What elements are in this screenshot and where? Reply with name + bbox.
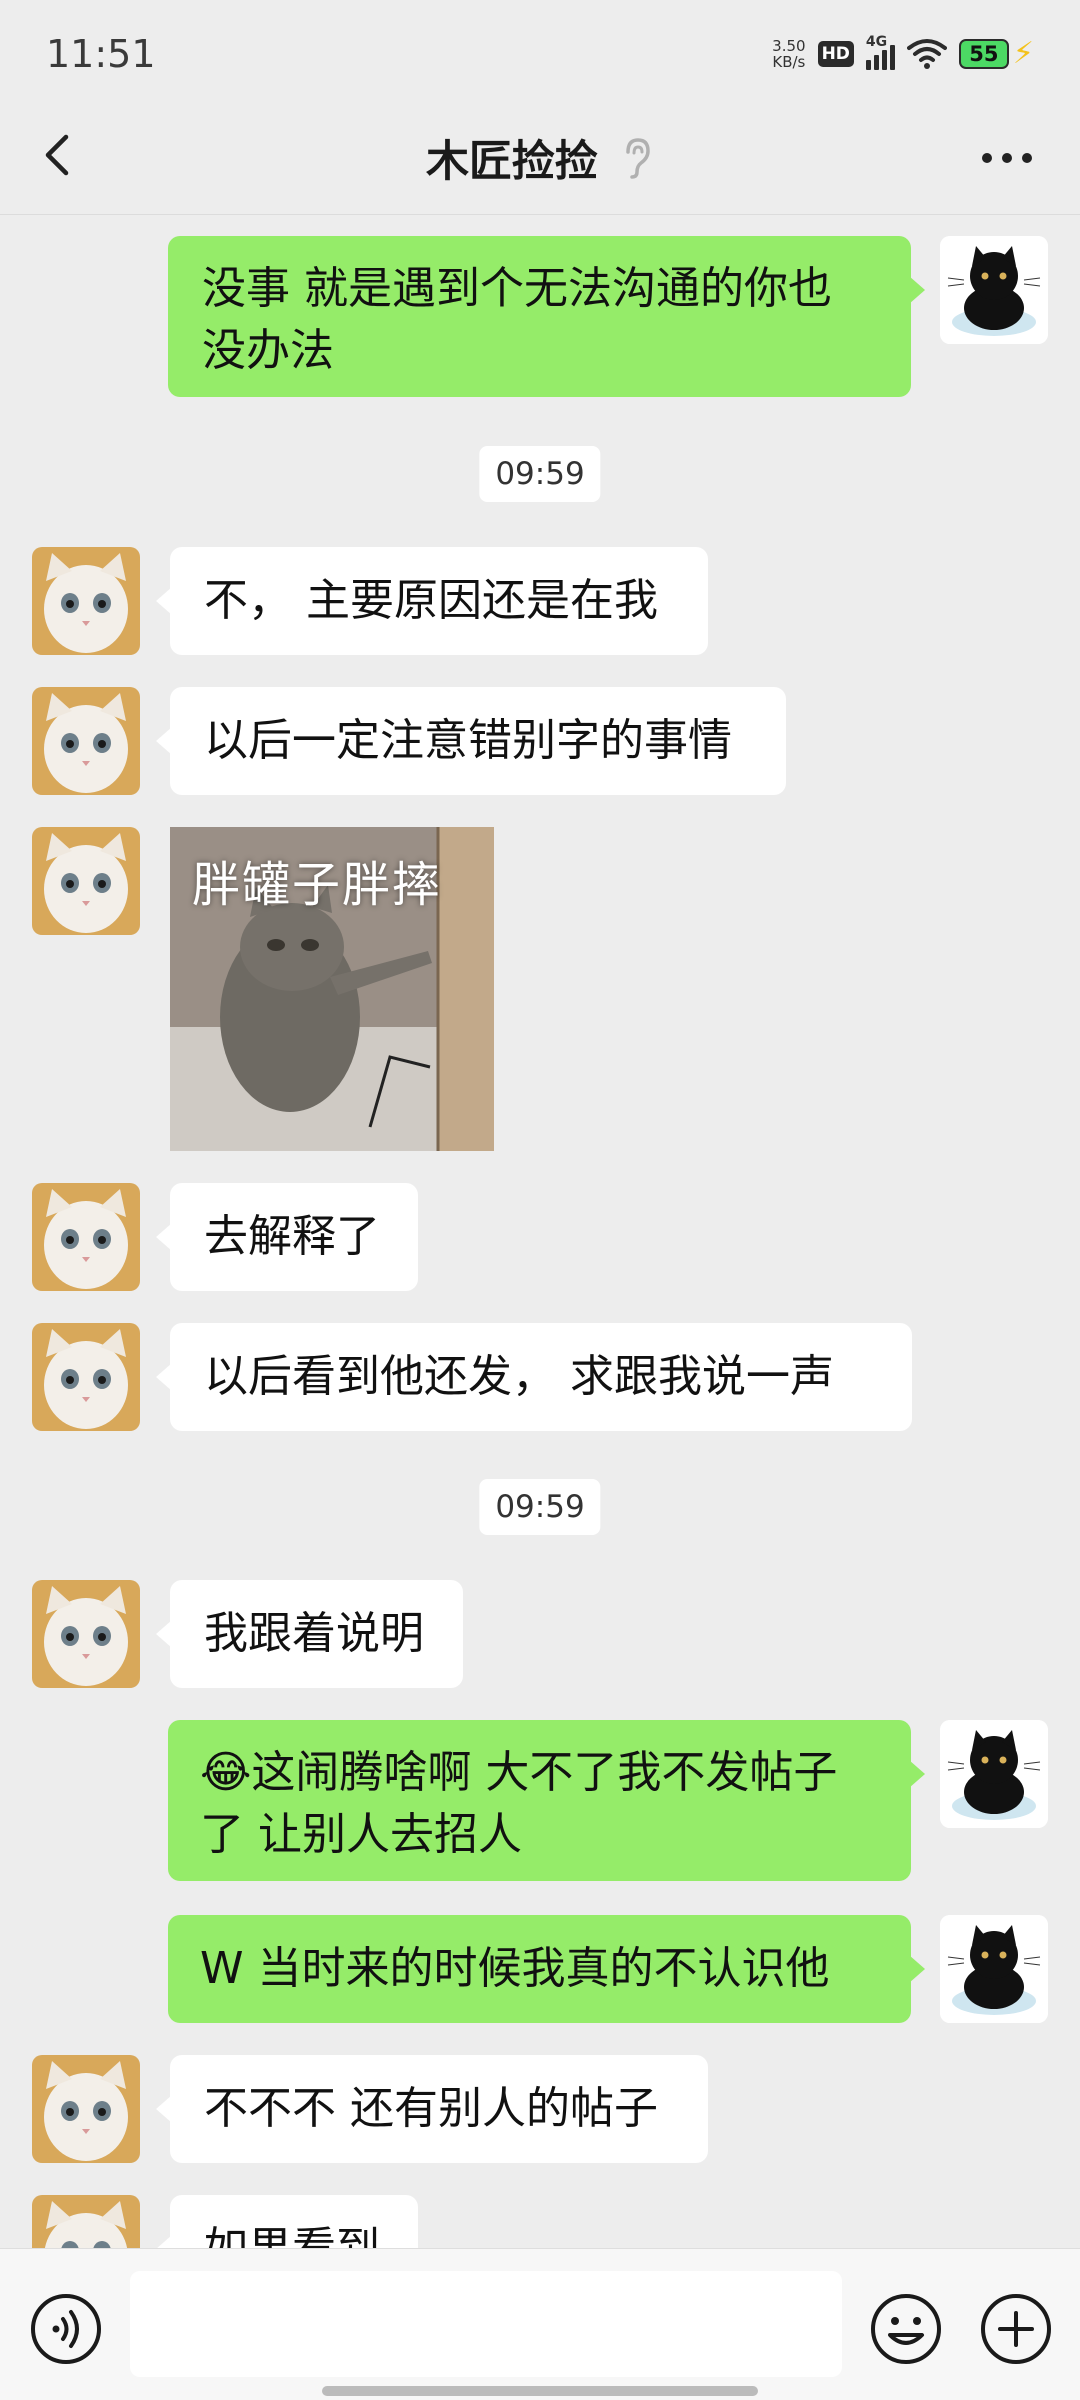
voice-icon [31, 2294, 101, 2364]
white-cat-avatar-icon [32, 547, 140, 655]
contact-avatar[interactable] [32, 827, 140, 935]
sticker-image[interactable]: 胖罐子胖摔 [170, 827, 494, 1151]
contact-avatar[interactable] [32, 687, 140, 795]
contact-avatar[interactable] [32, 1323, 140, 1431]
network-speed: 3.50 KB/s [772, 38, 805, 70]
network-speed-value: 3.50 [772, 37, 806, 55]
voice-button[interactable] [28, 2291, 104, 2367]
status-time: 11:51 [46, 32, 156, 76]
message-bubble-received[interactable]: 不， 主要原因还是在我 [156, 547, 708, 655]
emoji-button[interactable] [868, 2291, 944, 2367]
chat-header: 木匠捡捡 [0, 100, 1080, 215]
charging-icon: ⚡ [1012, 36, 1034, 71]
earpiece-icon [626, 137, 650, 179]
title-group: 木匠捡捡 [0, 100, 1080, 215]
wifi-icon [906, 39, 947, 69]
battery-level: 55 [958, 39, 1009, 69]
white-cat-avatar-icon [32, 827, 140, 935]
home-indicator[interactable] [322, 2386, 758, 2396]
sticker-caption: 胖罐子胖摔 [192, 857, 443, 913]
battery-icon: 55 ⚡ [958, 36, 1034, 71]
message-bubble-received[interactable]: 去解释了 [156, 1183, 418, 1291]
more-button[interactable] [972, 130, 1042, 185]
timestamp: 09:59 [479, 1479, 601, 1535]
white-cat-avatar-icon [32, 2055, 140, 2163]
white-cat-avatar-icon [32, 687, 140, 795]
input-bar [0, 2248, 1080, 2400]
message-text-line: 😂这闹腾啥啊 大不了我不发帖子 [200, 1742, 877, 1804]
white-cat-avatar-icon [32, 1323, 140, 1431]
message-bubble-received[interactable]: 我跟着说明 [156, 1580, 463, 1688]
laughing-crying-emoji-icon: 😂 [200, 1747, 252, 1798]
white-cat-avatar-icon [32, 1183, 140, 1291]
hd-icon: HD [817, 41, 854, 67]
cellular-signal-icon: 4G [865, 34, 895, 70]
my-avatar[interactable] [940, 1720, 1048, 1828]
my-avatar[interactable] [940, 1915, 1048, 2023]
status-bar: 11:51 3.50 KB/s HD 4G 55 ⚡ [0, 0, 1080, 100]
message-bubble-received[interactable]: 以后一定注意错别字的事情 [156, 687, 786, 795]
message-bubble-received[interactable]: 以后看到他还发， 求跟我说一声 [156, 1323, 912, 1431]
plus-icon [981, 2294, 1051, 2364]
contact-avatar[interactable] [32, 1183, 140, 1291]
status-icons: 3.50 KB/s HD 4G 55 ⚡ [772, 34, 1034, 74]
more-functions-button[interactable] [978, 2291, 1054, 2367]
message-text: 这闹腾啥啊 大不了我不发帖子 [251, 1747, 838, 1798]
message-text-line: 没事 就是遇到个无法沟通的你也 [202, 263, 832, 314]
message-input[interactable] [130, 2271, 842, 2377]
black-cat-avatar-icon [940, 1915, 1048, 2023]
my-avatar[interactable] [940, 236, 1048, 344]
message-bubble-sent[interactable]: 😂这闹腾啥啊 大不了我不发帖子 了 让别人去招人 [168, 1720, 925, 1881]
chat-screen: 11:51 3.50 KB/s HD 4G 55 ⚡ 木匠捡捡 没事 就是遇到个… [0, 0, 1080, 2400]
black-cat-avatar-icon [940, 1720, 1048, 1828]
message-bubble-sent[interactable]: W 当时来的时候我真的不认识他 [168, 1915, 925, 2023]
chat-title[interactable]: 木匠捡捡 [426, 127, 598, 189]
network-speed-unit: KB/s [772, 53, 806, 71]
emoji-icon [871, 2294, 941, 2364]
message-text-line: 了 让别人去招人 [200, 1809, 522, 1860]
contact-avatar[interactable] [32, 547, 140, 655]
message-bubble-sent[interactable]: 没事 就是遇到个无法沟通的你也 没办法 [168, 236, 925, 397]
network-type: 4G [865, 34, 888, 50]
timestamp: 09:59 [479, 446, 601, 502]
message-text-line: 没办法 [202, 325, 334, 376]
contact-avatar[interactable] [32, 2055, 140, 2163]
message-bubble-received[interactable]: 不不不 还有别人的帖子 [156, 2055, 708, 2163]
white-cat-avatar-icon [32, 1580, 140, 1688]
contact-avatar[interactable] [32, 1580, 140, 1688]
black-cat-avatar-icon [940, 236, 1048, 344]
more-icon [982, 153, 1032, 163]
